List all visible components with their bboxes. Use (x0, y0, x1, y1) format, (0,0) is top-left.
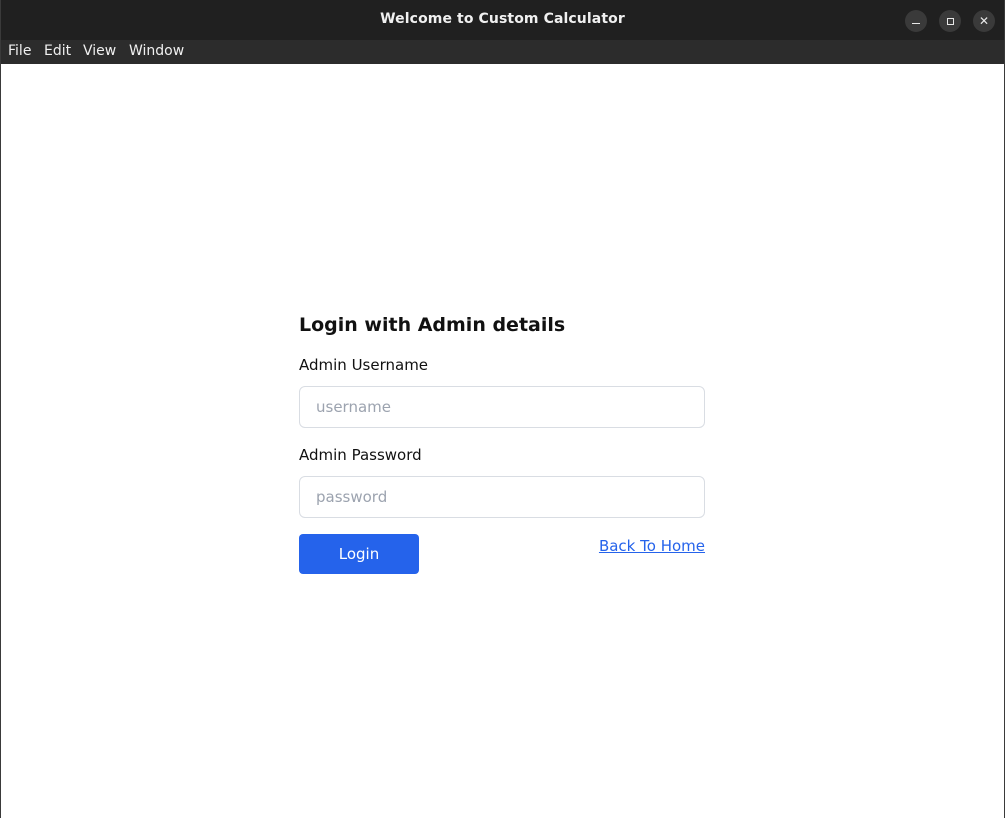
minimize-button[interactable] (905, 10, 927, 32)
menu-bar: File Edit View Window (1, 40, 1004, 64)
maximize-icon (946, 17, 954, 25)
username-label: Admin Username (299, 356, 429, 374)
minimize-icon (912, 23, 920, 24)
menu-view[interactable]: View (83, 43, 116, 59)
app-window: Welcome to Custom Calculator ✕ File Edit… (0, 0, 1005, 818)
menu-edit[interactable]: Edit (44, 43, 71, 59)
admin-login-form: Login with Admin details Admin Username … (299, 312, 705, 574)
menu-file[interactable]: File (8, 43, 31, 59)
username-input[interactable] (299, 386, 705, 428)
form-actions: Login Back To Home (299, 534, 705, 574)
window-title: Welcome to Custom Calculator (380, 11, 625, 27)
maximize-button[interactable] (939, 10, 961, 32)
menu-window[interactable]: Window (129, 43, 184, 59)
password-label: Admin Password (299, 446, 422, 464)
login-button[interactable]: Login (299, 534, 419, 574)
form-heading: Login with Admin details (299, 314, 566, 336)
close-icon: ✕ (978, 14, 990, 28)
password-input[interactable] (299, 476, 705, 518)
title-bar[interactable]: Welcome to Custom Calculator ✕ (1, 0, 1004, 40)
back-to-home-link[interactable]: Back To Home (599, 537, 705, 555)
close-button[interactable]: ✕ (973, 10, 995, 32)
